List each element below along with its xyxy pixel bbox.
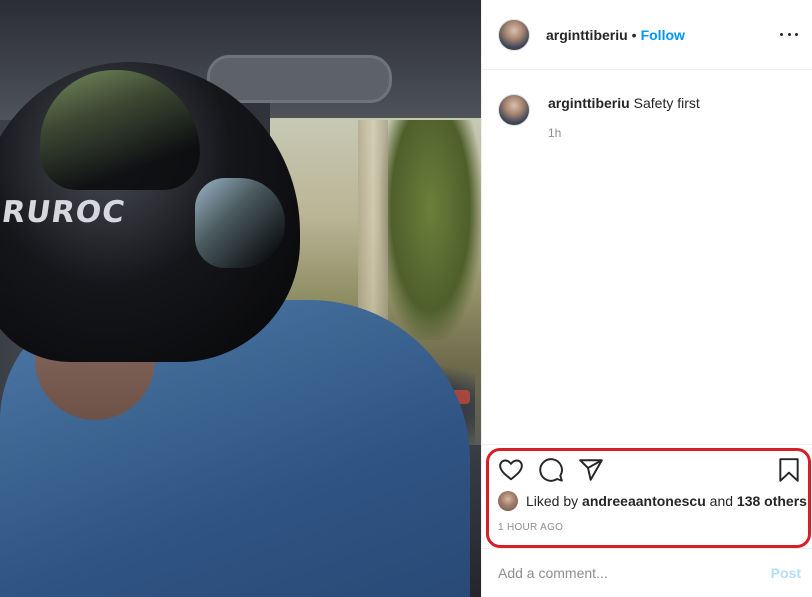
liker-avatar[interactable] [498, 491, 518, 511]
author-username[interactable]: arginttiberiu [546, 27, 628, 43]
caption-username[interactable]: arginttiberiu [548, 95, 630, 111]
comment-icon[interactable] [538, 457, 564, 483]
comment-form: Post [482, 548, 812, 597]
bookmark-icon[interactable] [776, 457, 802, 483]
paper-plane-icon[interactable] [578, 457, 604, 483]
likes-middle: and [709, 493, 734, 509]
caption: arginttiberiu Safety first 1h [482, 70, 812, 140]
comment-input[interactable] [498, 565, 771, 581]
caption-text: Safety first [633, 95, 700, 111]
likes-prefix: Liked by [526, 493, 579, 509]
likes-others-link[interactable]: 138 others [737, 493, 807, 509]
liker-username[interactable]: andreeaantonescu [582, 493, 706, 509]
caption-time[interactable]: 1h [548, 126, 700, 140]
tree-background [380, 120, 481, 340]
action-icons [498, 457, 800, 483]
author-avatar[interactable] [498, 18, 530, 51]
post-side-panel: arginttiberiu • Follow arginttiberiu Safe… [481, 0, 812, 597]
follow-button[interactable]: Follow [641, 27, 685, 43]
actions-section: Liked by andreeaantonescu and 138 others… [482, 444, 812, 548]
post-timestamp[interactable]: 1 HOUR AGO [498, 522, 563, 533]
helmet-goggle [195, 178, 285, 268]
more-options-icon[interactable] [780, 24, 798, 44]
post-header: arginttiberiu • Follow [482, 0, 812, 70]
caption-author-avatar[interactable] [498, 94, 530, 126]
post-photo[interactable]: RUROC [0, 0, 481, 597]
helmet-brand-logo: RUROC [0, 195, 128, 230]
grab-handle [207, 55, 392, 103]
heart-icon[interactable] [498, 457, 524, 483]
likes-summary: Liked by andreeaantonescu and 138 others [498, 491, 807, 511]
separator-dot: • [631, 26, 637, 43]
post-comment-button[interactable]: Post [771, 565, 801, 581]
